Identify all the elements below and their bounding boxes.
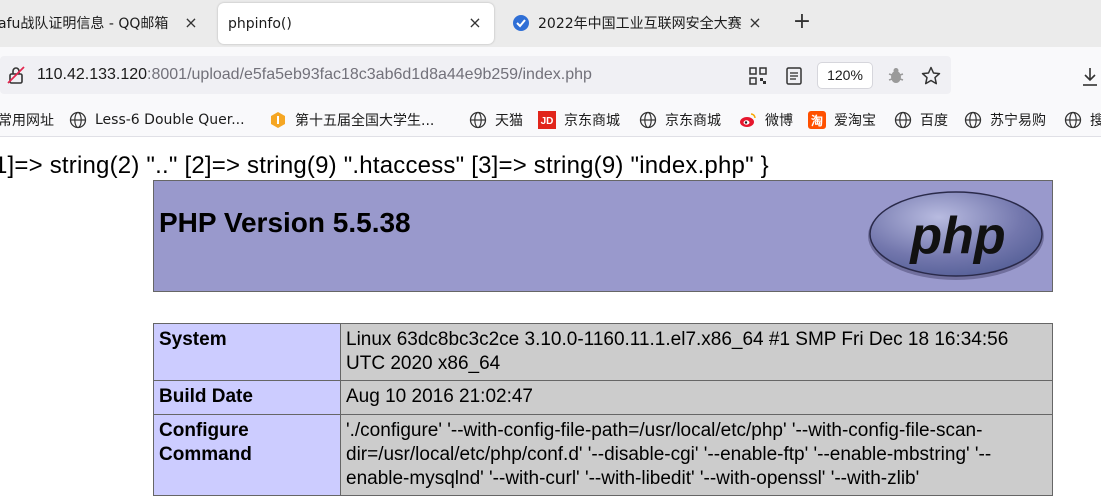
url-path: :8001/upload/e5fa5eb93fac18c3ab6d1d8a44e… <box>147 66 592 83</box>
phpinfo-header: PHP Version 5.5.38 php <box>153 180 1053 292</box>
php-version-title: PHP Version 5.5.38 <box>159 207 411 238</box>
globe-icon <box>469 111 487 129</box>
bookmark-label: 搜 <box>1090 113 1101 129</box>
row-key: Build Date <box>153 380 341 415</box>
svg-text:JD: JD <box>541 116 554 127</box>
insecure-lock-icon[interactable] <box>6 65 26 85</box>
svg-text:php: php <box>908 207 1005 265</box>
navigation-bar: 110.42.133.120:8001/upload/e5fa5eb93fac1… <box>0 47 1101 103</box>
bookmark-label: 第十五届全国大学生... <box>295 113 435 129</box>
tab-title: phpinfo() <box>228 15 292 32</box>
globe-icon <box>639 111 657 129</box>
row-key: Configure Command <box>153 414 341 496</box>
bookmark-label: 常用网址 <box>0 113 54 129</box>
bookmark-label: 爱淘宝 <box>834 113 876 129</box>
bookmark-item[interactable]: 淘 爱淘宝 <box>808 110 876 130</box>
weibo-icon <box>740 113 756 127</box>
bookmark-star-icon[interactable] <box>921 66 941 86</box>
phpinfo-table: System Linux 63dc8bc3c2ce 3.10.0-1160.11… <box>153 323 1053 496</box>
url-text[interactable]: 110.42.133.120:8001/upload/e5fa5eb93fac1… <box>37 66 592 84</box>
bookmark-item[interactable]: 微博 <box>739 110 793 130</box>
jd-icon: JD <box>538 111 556 129</box>
bookmark-label: 京东商城 <box>564 113 620 129</box>
bookmark-label: Less-6 Double Quer... <box>95 112 245 128</box>
extension-bug-icon[interactable] <box>886 66 906 86</box>
tab-bar: afu战队证明信息 - QQ邮箱 × phpinfo() × 2022年中国工业… <box>0 0 1101 47</box>
close-tab-icon[interactable]: × <box>466 13 484 32</box>
table-row: System Linux 63dc8bc3c2ce 3.10.0-1160.11… <box>153 323 1053 381</box>
bookmark-folder[interactable]: 常用网址 <box>0 110 54 130</box>
taobao-icon: 淘 <box>808 111 826 129</box>
site-logo-icon <box>271 112 285 128</box>
bookmark-item[interactable]: 第十五届全国大学生... <box>269 110 434 130</box>
globe-icon <box>69 111 87 129</box>
row-value: Linux 63dc8bc3c2ce 3.10.0-1160.11.1.el7.… <box>340 323 1053 381</box>
bookmarks-toolbar: 常用网址 Less-6 Double Quer... 第十五届全国大学生... … <box>0 103 1101 137</box>
globe-icon <box>894 111 912 129</box>
shield-icon <box>513 14 529 31</box>
reader-view-icon[interactable] <box>784 66 804 86</box>
address-bar[interactable]: 110.42.133.120:8001/upload/e5fa5eb93fac1… <box>0 56 951 94</box>
bookmark-label: 微博 <box>765 113 793 129</box>
bookmark-item[interactable]: 苏宁易购 <box>964 110 1046 130</box>
row-value: Aug 10 2016 21:02:47 <box>340 380 1053 415</box>
table-row: Configure Command './configure' '--with-… <box>153 414 1053 496</box>
bookmark-item[interactable]: 百度 <box>894 110 948 130</box>
svg-text:淘: 淘 <box>811 113 823 128</box>
bookmark-item[interactable]: 天猫 <box>469 110 523 130</box>
tab-qqmail[interactable]: afu战队证明信息 - QQ邮箱 × <box>0 0 210 45</box>
bookmark-label: 天猫 <box>495 113 523 129</box>
new-tab-button[interactable]: + <box>790 10 814 34</box>
bookmark-label: 苏宁易购 <box>990 113 1046 129</box>
url-host: 110.42.133.120 <box>37 66 148 83</box>
bookmark-item[interactable]: 搜 <box>1064 110 1101 130</box>
bookmark-item[interactable]: JD 京东商城 <box>538 110 620 130</box>
globe-icon <box>964 111 982 129</box>
zoom-level-button[interactable]: 120% <box>817 62 873 89</box>
close-tab-icon[interactable]: × <box>746 13 764 32</box>
qr-code-icon[interactable] <box>748 66 768 86</box>
page-content: 1]=> string(2) ".." [2]=> string(9) ".ht… <box>0 138 1101 496</box>
var-dump-output: 1]=> string(2) ".." [2]=> string(9) ".ht… <box>0 152 769 179</box>
bookmark-item[interactable]: 京东商城 <box>639 110 721 130</box>
row-value: './configure' '--with-config-file-path=/… <box>340 414 1053 496</box>
close-tab-icon[interactable]: × <box>182 13 200 32</box>
globe-icon <box>1064 111 1082 129</box>
download-icon[interactable] <box>1080 66 1100 88</box>
bookmark-label: 京东商城 <box>665 113 721 129</box>
table-row: Build Date Aug 10 2016 21:02:47 <box>153 380 1053 415</box>
tab-title: 2022年中国工业互联网安全大赛 <box>538 15 742 32</box>
tab-ics-contest[interactable]: 2022年中国工业互联网安全大赛 × <box>502 0 772 45</box>
bookmark-item[interactable]: Less-6 Double Quer... <box>69 110 245 130</box>
tab-title: afu战队证明信息 - QQ邮箱 <box>0 15 169 32</box>
tab-phpinfo[interactable]: phpinfo() × <box>218 3 494 44</box>
php-logo-icon[interactable]: php <box>866 189 1046 283</box>
row-key: System <box>153 323 341 381</box>
bookmark-label: 百度 <box>920 113 948 129</box>
